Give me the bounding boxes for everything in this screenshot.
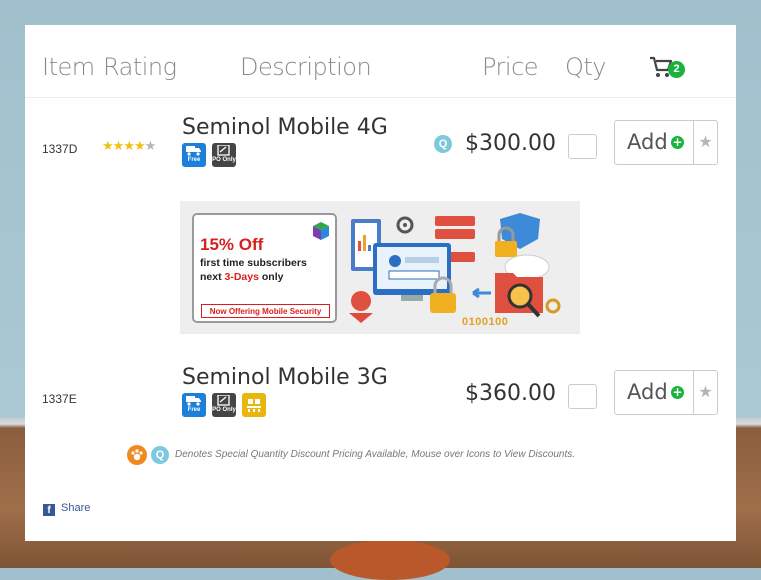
star-icon: ★ [112, 138, 125, 153]
free-shipping-icon[interactable]: Free [182, 393, 206, 417]
promo-line1: first time subscribers [200, 257, 307, 269]
product-name[interactable]: Seminol Mobile 3G [182, 365, 388, 390]
product-price: $300.00 [465, 131, 556, 156]
table-row: 1337E Seminol Mobile 3G Free PO Only $36… [25, 365, 736, 425]
pallet-shipping-icon[interactable] [242, 393, 266, 417]
header-item: Item [42, 53, 95, 81]
cart-button[interactable]: 2 [649, 55, 689, 85]
star-icon: ★ [133, 138, 146, 153]
background-ball [330, 540, 450, 580]
product-badges: Free PO Only [182, 393, 266, 417]
badge-label: PO Only [212, 407, 236, 413]
table-header: Item Rating Description Price Qty 2 [25, 25, 736, 98]
star-icon: ★ [123, 138, 135, 153]
facebook-share-link[interactable]: f Share [43, 502, 90, 516]
star-empty-icon: ★ [144, 138, 157, 153]
item-sku: 1337E [42, 392, 77, 406]
add-label: Add [627, 380, 668, 404]
po-only-icon[interactable]: PO Only [212, 143, 236, 167]
product-badges: Free PO Only [182, 143, 236, 167]
badge-label: Free [187, 407, 201, 413]
quantity-discount-icon[interactable]: Q [434, 135, 452, 153]
cube-logo-icon [313, 222, 329, 240]
binary-text: 0100100 [462, 316, 509, 328]
cart-count-badge: 2 [668, 61, 685, 78]
header-description: Description [240, 53, 372, 81]
quantity-input[interactable] [568, 384, 597, 409]
add-to-cart-button[interactable]: Add + [614, 370, 694, 415]
favorite-star-button[interactable]: ★ [693, 370, 718, 415]
promo-line2: next 3-Days only [200, 271, 284, 283]
header-price: Price [482, 53, 539, 81]
star-icon: ★ [698, 134, 713, 151]
product-price: $360.00 [465, 381, 556, 406]
add-label: Add [627, 130, 668, 154]
free-shipping-icon[interactable]: Free [182, 143, 206, 167]
promo-banner[interactable]: 15% Off first time subscribers next 3-Da… [180, 201, 580, 334]
quantity-input[interactable] [568, 134, 597, 159]
table-row: 1337D ★★★★★ Seminol Mobile 4G Free PO On… [25, 115, 736, 175]
favorite-star-button[interactable]: ★ [693, 120, 718, 165]
share-label: Share [61, 502, 91, 514]
promo-title: 15% Off [200, 235, 264, 254]
header-rating: Rating [103, 53, 177, 81]
security-illustration [349, 213, 561, 323]
header-qty: Qty [565, 53, 607, 81]
star-icon: ★ [698, 384, 713, 401]
order-form-panel: Item Rating Description Price Qty 2 1337… [25, 25, 736, 541]
add-to-cart-button[interactable]: Add + [614, 120, 694, 165]
paw-discount-icon [127, 445, 147, 465]
quantity-discount-icon: Q [151, 446, 169, 464]
plus-circle-icon: + [671, 135, 684, 149]
promo-tag: Now Offering Mobile Security [201, 304, 330, 318]
plus-circle-icon: + [671, 385, 684, 399]
star-icon: ★ [102, 138, 114, 153]
facebook-icon: f [43, 504, 55, 516]
badge-label: Free [187, 157, 201, 163]
legend-text: Denotes Special Quantity Discount Pricin… [175, 449, 576, 460]
item-sku: 1337D [42, 142, 78, 156]
badge-label: PO Only [212, 157, 236, 163]
product-name[interactable]: Seminol Mobile 4G [182, 115, 388, 140]
po-only-icon[interactable]: PO Only [212, 393, 236, 417]
rating-stars: ★★★★★ [102, 138, 157, 154]
promo-card: 15% Off first time subscribers next 3-Da… [192, 213, 337, 323]
